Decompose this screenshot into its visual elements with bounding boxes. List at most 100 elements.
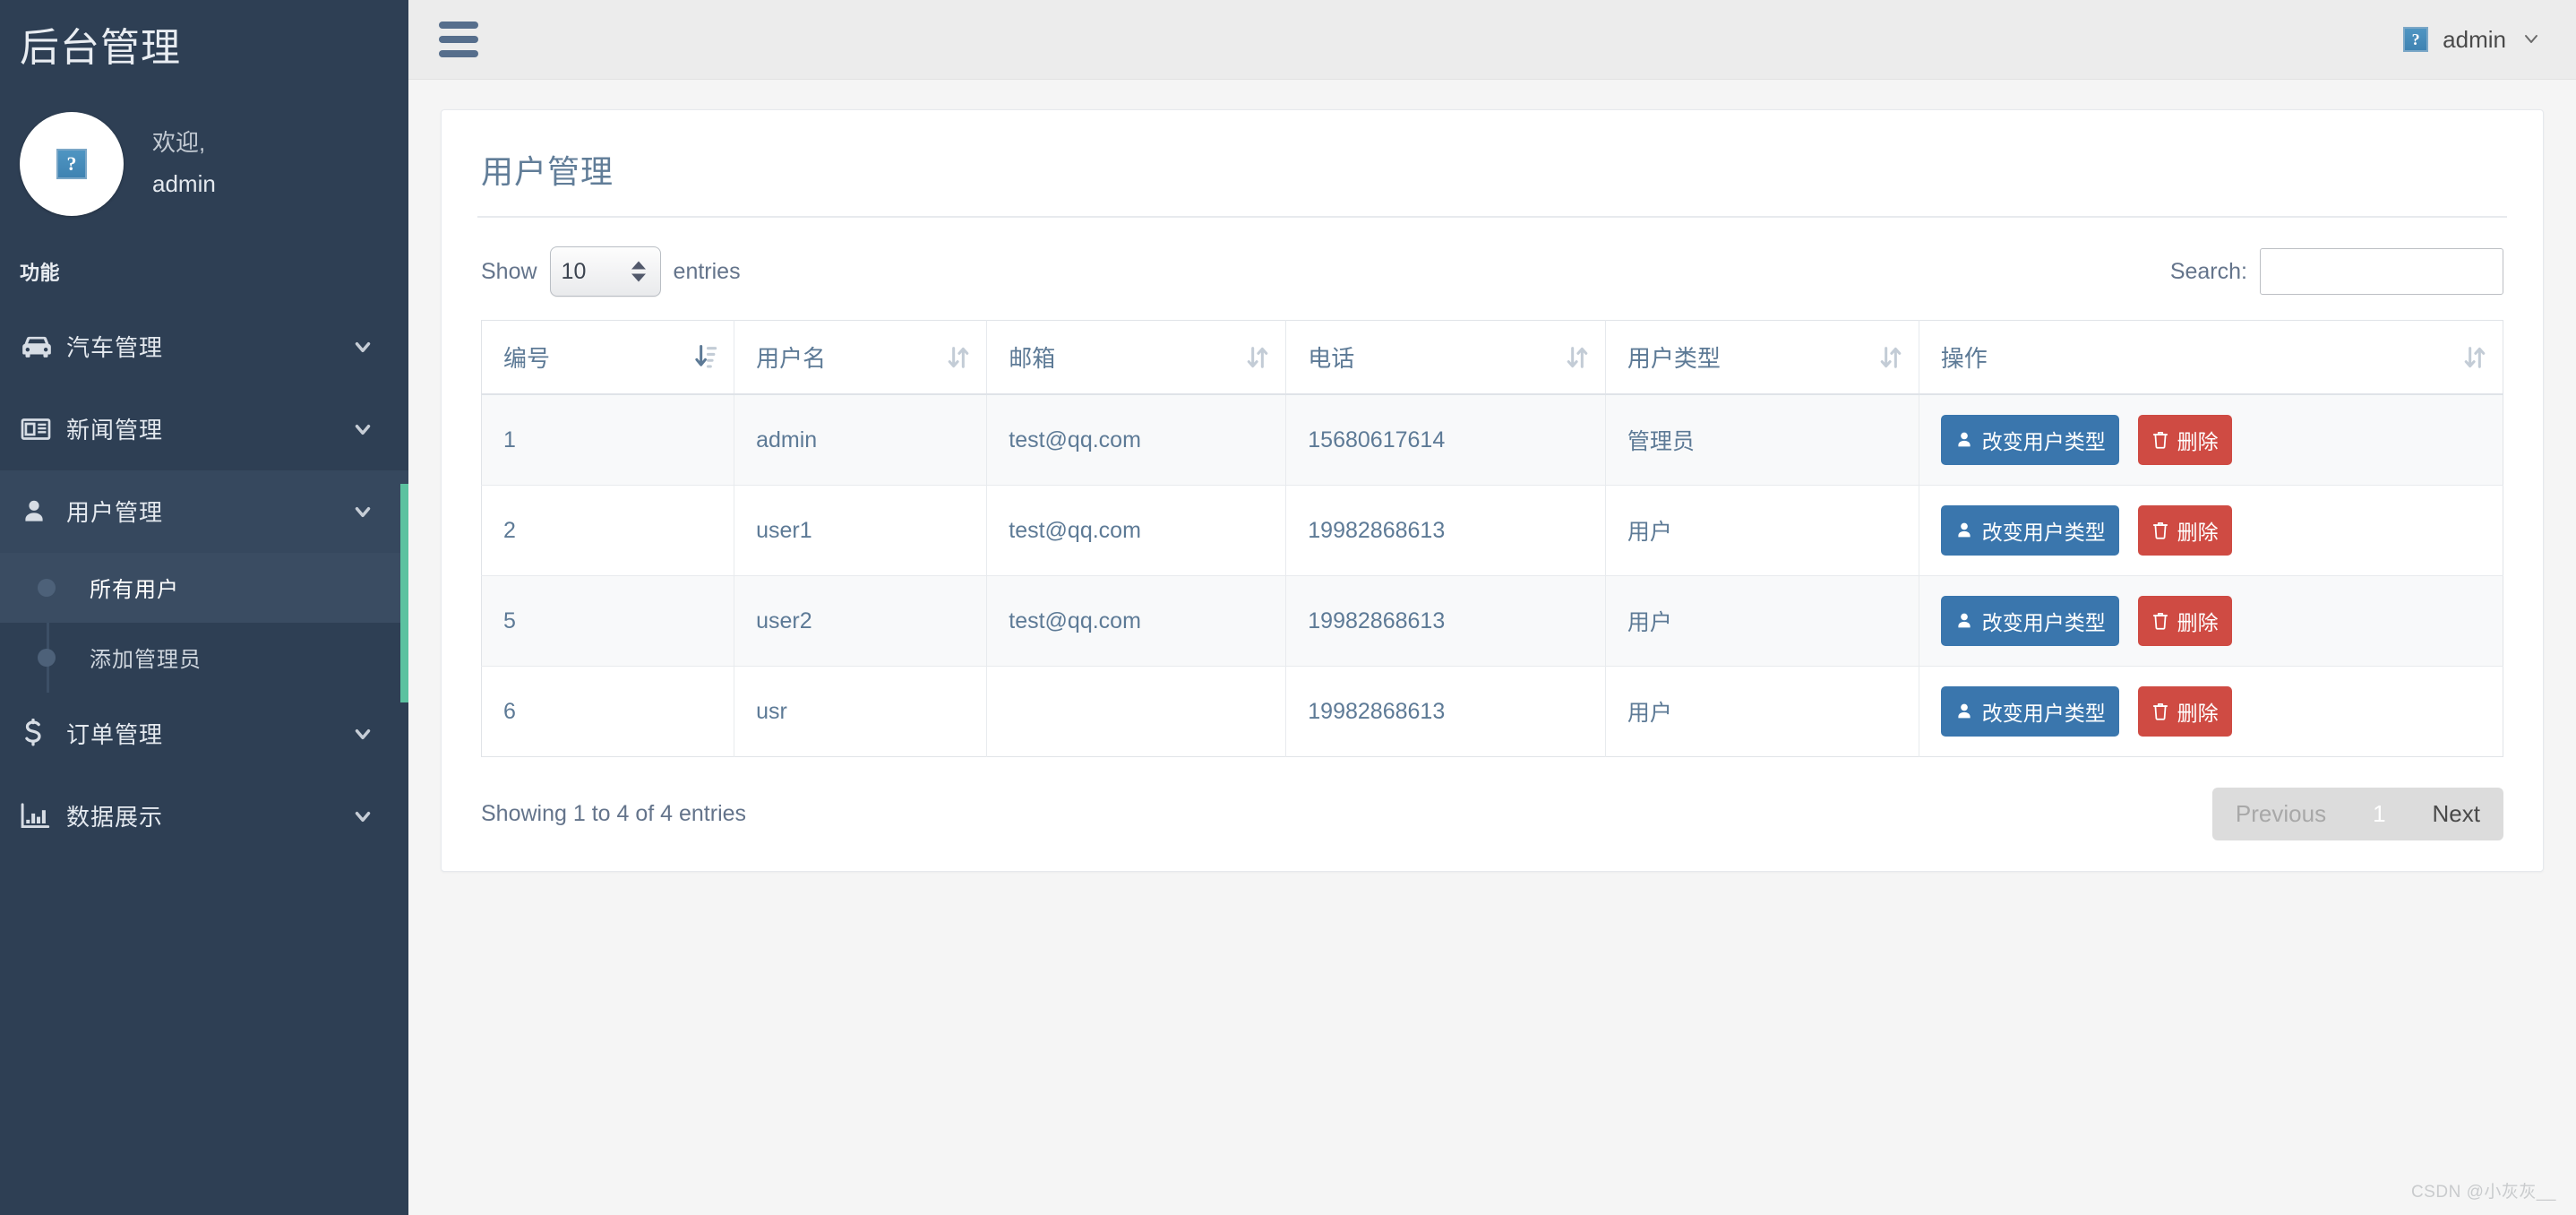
table-footer: Showing 1 to 4 of 4 entries Previous 1 N… [442,757,2543,840]
sidebar-section-label: 功能 [20,261,61,284]
cell-phone: 15680617614 [1285,393,1606,486]
cell-id: 6 [481,666,735,757]
sidebar-submenu-users: 所有用户 添加管理员 [0,552,408,693]
chevron-down-icon [351,335,374,358]
sidebar-nav: 汽车管理 新闻管理 用户管理 所有用户 添加管理员 订单管理 数据展示 [0,306,408,857]
sidebar-item-orders[interactable]: 订单管理 [0,693,408,775]
cell-phone: 19982868613 [1285,666,1606,757]
sort-both-icon [1246,343,1269,372]
cell-email: test@qq.com [986,575,1287,667]
column-label: 编号 [503,345,551,372]
column-header-id[interactable]: 编号 [481,320,735,395]
sidebar-subitem-add-admin[interactable]: 添加管理员 [0,623,408,693]
sidebar-subitem-label: 所有用户 [90,578,179,603]
main-area: ? admin 用户管理 Show 10 entries Search: 编号 … [408,0,2576,1215]
sidebar-item-news[interactable]: 新闻管理 [0,388,408,470]
sidebar-item-label: 新闻管理 [66,417,164,444]
cell-usertype: 用户 [1605,575,1919,667]
sidebar-profile: ? 欢迎, admin [0,73,408,216]
trash-icon [2151,611,2169,631]
sort-both-icon [2463,343,2486,372]
table-toolbar: Show 10 entries Search: [442,218,2543,297]
top-navbar: ? admin [408,0,2576,80]
button-label: 改变用户类型 [1981,521,2106,544]
change-user-type-button[interactable]: 改变用户类型 [1940,415,2119,465]
table-body: 1 admin test@qq.com 15680617614 管理员 改变用户… [481,393,2503,757]
column-label: 用户类型 [1627,345,1721,372]
active-section-accent-bar [400,484,408,702]
cell-actions: 改变用户类型 删除 [1919,666,2503,757]
cell-username: user2 [734,575,988,667]
trash-icon [2151,521,2169,540]
cell-email: test@qq.com [986,485,1287,576]
sidebar: 后台管理 ? 欢迎, admin 功能 汽车管理 新闻管理 用户管理 所有用户 … [0,0,408,1215]
app-root: 后台管理 ? 欢迎, admin 功能 汽车管理 新闻管理 用户管理 所有用户 … [0,0,2576,1215]
user-icon [20,497,66,526]
user-icon [1954,521,1974,540]
cell-email [986,666,1287,757]
column-header-actions[interactable]: 操作 [1919,320,2503,395]
pagination-previous[interactable]: Previous [2212,788,2349,840]
cell-actions: 改变用户类型 删除 [1919,485,2503,576]
cell-actions: 改变用户类型 删除 [1919,393,2503,486]
table-wrapper: 编号 用户名 邮箱 电话 用户类型 操作 1 admin test@qq.com… [442,297,2543,757]
cell-phone: 19982868613 [1285,575,1606,667]
bullet-icon [38,648,56,667]
column-header-usertype[interactable]: 用户类型 [1605,320,1919,395]
bar-chart-icon [20,802,66,831]
delete-button[interactable]: 删除 [2137,505,2232,556]
table-row: 5 user2 test@qq.com 19982868613 用户 改变用户类… [481,575,2503,667]
welcome-username: admin [152,169,216,197]
change-user-type-button[interactable]: 改变用户类型 [1940,686,2119,737]
search-label: Search: [2169,258,2247,284]
sidebar-item-label: 订单管理 [66,721,164,749]
chevron-down-icon [2520,28,2544,51]
show-label: Show [481,258,537,284]
sidebar-item-car[interactable]: 汽车管理 [0,306,408,388]
sidebar-subitem-all-users[interactable]: 所有用户 [0,552,408,623]
change-user-type-button[interactable]: 改变用户类型 [1940,596,2119,646]
table-header-row: 编号 用户名 邮箱 电话 用户类型 操作 [481,320,2503,395]
user-icon [1954,430,1974,450]
search-input[interactable] [2260,248,2503,295]
avatar: ? [20,111,124,216]
broken-image-icon: ? [56,148,87,179]
chevron-down-icon [351,805,374,828]
sidebar-item-users[interactable]: 用户管理 [0,470,408,553]
cell-username: user1 [734,485,988,576]
button-label: 改变用户类型 [1981,611,2106,634]
navbar-user-menu[interactable]: ? admin [2403,26,2544,54]
change-user-type-button[interactable]: 改变用户类型 [1940,505,2119,556]
table-row: 1 admin test@qq.com 15680617614 管理员 改变用户… [481,393,2503,486]
page-length-select[interactable]: 10 [549,246,661,297]
watermark: CSDN @小灰灰__ [2410,1183,2556,1202]
cell-usertype: 用户 [1605,485,1919,576]
chevron-down-icon [351,500,374,523]
cell-usertype: 管理员 [1605,393,1919,486]
chevron-down-icon [351,722,374,745]
page-length-value: 10 [561,258,587,284]
delete-button[interactable]: 删除 [2137,686,2232,737]
table-info: Showing 1 to 4 of 4 entries [481,801,747,826]
column-header-phone[interactable]: 电话 [1285,320,1606,395]
column-header-email[interactable]: 邮箱 [986,320,1287,395]
delete-button[interactable]: 删除 [2137,415,2232,465]
button-label: 删除 [2177,611,2219,634]
sort-asc-icon [694,343,717,372]
pagination-next[interactable]: Next [2409,788,2503,840]
sidebar-item-label: 汽车管理 [66,334,164,362]
brand-title: 后台管理 [20,26,181,70]
sidebar-item-data[interactable]: 数据展示 [0,775,408,857]
cell-phone: 19982868613 [1285,485,1606,576]
pagination: Previous 1 Next [2211,788,2503,840]
bullet-icon [38,578,56,597]
column-label: 电话 [1308,345,1355,372]
button-label: 删除 [2177,702,2219,725]
button-label: 删除 [2177,521,2219,544]
pagination-page-1[interactable]: 1 [2349,788,2409,840]
hamburger-icon[interactable] [439,22,478,57]
column-header-username[interactable]: 用户名 [734,320,988,395]
broken-image-icon: ? [2403,27,2429,52]
delete-button[interactable]: 删除 [2137,596,2232,646]
cell-usertype: 用户 [1605,666,1919,757]
